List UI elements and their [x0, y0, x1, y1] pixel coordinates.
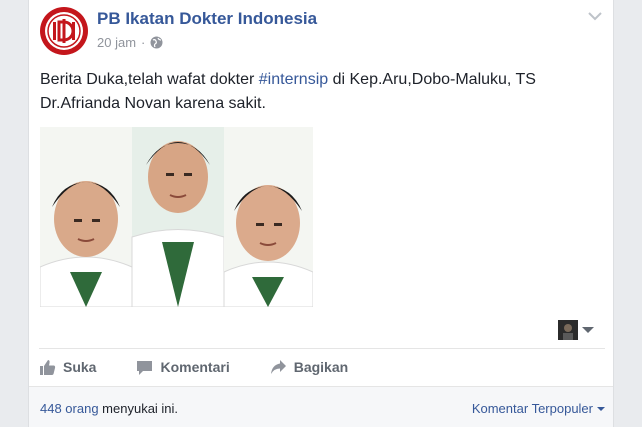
- commenter-avatar[interactable]: [558, 320, 578, 340]
- comment-label: Komentari: [160, 359, 230, 375]
- idi-logo: [40, 7, 88, 55]
- post-actions-bar: Suka Komentari Bagikan: [39, 350, 605, 384]
- share-button[interactable]: Bagikan: [270, 359, 348, 376]
- post-card: PB Ikatan Dokter Indonesia 20 jam · Beri…: [28, 0, 614, 427]
- comment-button[interactable]: Komentari: [136, 359, 230, 376]
- commenter-dropdown-caret[interactable]: [582, 327, 594, 333]
- page-avatar[interactable]: [39, 6, 89, 56]
- post-text-start: Berita Duka,telah wafat dokter: [40, 71, 259, 88]
- thumbs-up-icon: [40, 359, 56, 375]
- chevron-down-icon[interactable]: [587, 10, 603, 22]
- photo-collage: [40, 127, 313, 307]
- post-footer: 448 orang menyukai ini. Komentar Terpopu…: [29, 386, 613, 427]
- likes-suffix: menyukai ini.: [98, 401, 179, 416]
- comment-sort-dropdown[interactable]: Komentar Terpopuler: [472, 401, 605, 416]
- globe-icon[interactable]: [150, 36, 163, 49]
- likes-count-link[interactable]: 448 orang: [40, 401, 99, 416]
- post-message: Berita Duka,telah wafat dokter #internsi…: [40, 68, 600, 116]
- post-timestamp[interactable]: 20 jam: [97, 35, 136, 50]
- post-photo[interactable]: [40, 127, 313, 307]
- like-label: Suka: [63, 359, 97, 375]
- user-photo-icon: [558, 320, 578, 340]
- comment-icon: [137, 360, 153, 375]
- like-button[interactable]: Suka: [39, 359, 96, 376]
- page-name-link[interactable]: PB Ikatan Dokter Indonesia: [97, 9, 317, 29]
- meta-separator: ·: [141, 35, 146, 50]
- sort-caret-icon: [597, 406, 605, 411]
- comment-sort-label: Komentar Terpopuler: [471, 401, 593, 416]
- share-arrow-icon: [270, 359, 286, 374]
- share-label: Bagikan: [293, 359, 349, 375]
- actions-top-divider: [39, 348, 605, 349]
- likes-summary: 448 orang menyukai ini.: [40, 401, 178, 416]
- post-meta: 20 jam ·: [97, 35, 163, 50]
- hashtag-link[interactable]: #internsip: [259, 71, 328, 88]
